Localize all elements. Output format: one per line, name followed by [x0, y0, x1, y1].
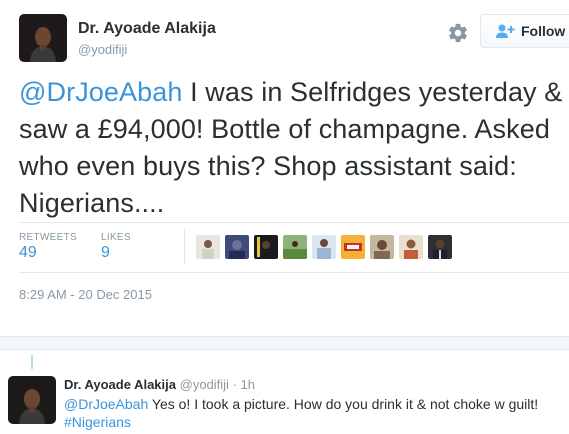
- liker-avatar[interactable]: [428, 235, 452, 259]
- liker-avatar[interactable]: [254, 235, 278, 259]
- gear-icon[interactable]: [447, 22, 469, 44]
- thread-gap: [0, 336, 569, 350]
- liker-avatar[interactable]: [283, 235, 307, 259]
- mention-link[interactable]: @DrJoeAbah: [19, 77, 183, 107]
- reply-text: @DrJoeAbah Yes o! I took a picture. How …: [64, 395, 564, 431]
- person-plus-icon: [495, 23, 515, 39]
- stats-separator: [184, 228, 185, 264]
- reply-author-avatar[interactable]: [8, 376, 56, 424]
- reply-author-name[interactable]: Dr. Ayoade Alakija: [64, 377, 176, 392]
- retweets-label: RETWEETS: [19, 232, 77, 243]
- thread-connector: [31, 355, 33, 369]
- author-name[interactable]: Dr. Ayoade Alakija: [78, 20, 216, 38]
- main-tweet: Dr. Ayoade Alakija @yodifiji Follow @DrJ…: [0, 0, 569, 336]
- hashtag-link[interactable]: #Nigerians: [64, 414, 131, 430]
- liker-avatar[interactable]: [312, 235, 336, 259]
- likes-count[interactable]: 9: [101, 244, 110, 262]
- reply-separator: ·: [232, 377, 237, 392]
- retweets-count[interactable]: 49: [19, 244, 37, 262]
- likes-label: LIKES: [101, 232, 131, 243]
- reply-body: Yes o! I took a picture. How do you drin…: [148, 396, 539, 412]
- tweet-text: @DrJoeAbah I was in Selfridges yesterday…: [19, 74, 569, 222]
- stats-divider-bottom: [19, 272, 569, 273]
- reply-time[interactable]: 1h: [241, 377, 255, 392]
- liker-avatar[interactable]: [370, 235, 394, 259]
- liker-avatar[interactable]: [225, 235, 249, 259]
- liker-avatar[interactable]: [341, 235, 365, 259]
- reply-author-handle[interactable]: @yodifiji: [180, 377, 229, 392]
- stats-divider-top: [19, 222, 569, 223]
- reply-mention-link[interactable]: @DrJoeAbah: [64, 396, 148, 412]
- liker-avatar[interactable]: [399, 235, 423, 259]
- tweet-timestamp[interactable]: 8:29 AM - 20 Dec 2015: [19, 287, 152, 302]
- author-avatar[interactable]: [19, 14, 67, 62]
- reply-header: Dr. Ayoade Alakija @yodifiji · 1h: [64, 377, 255, 392]
- follow-label: Follow: [521, 23, 566, 39]
- follow-button[interactable]: Follow: [480, 14, 569, 48]
- liker-avatar[interactable]: [196, 235, 220, 259]
- author-handle[interactable]: @yodifiji: [78, 42, 127, 57]
